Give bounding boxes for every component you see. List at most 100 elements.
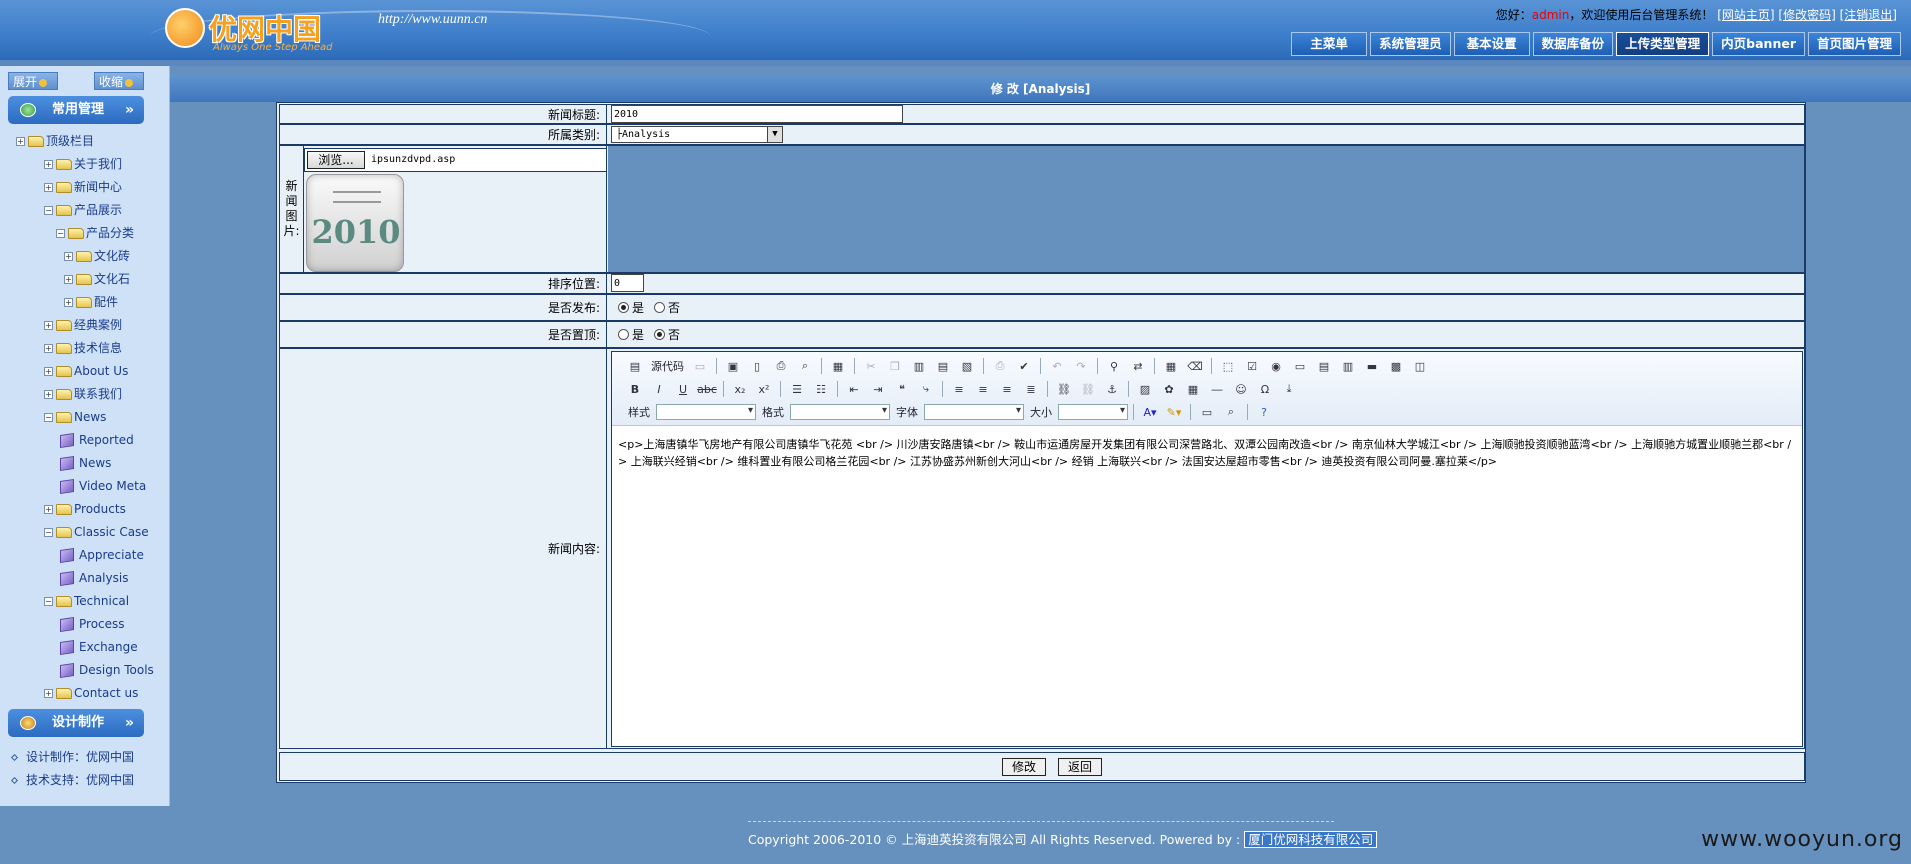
- show-blocks-icon[interactable]: ⌕: [1220, 403, 1242, 421]
- tree-item[interactable]: + About Us: [44, 362, 128, 380]
- tree-item[interactable]: + 技术信息: [44, 339, 122, 357]
- help-icon[interactable]: ?: [1253, 403, 1275, 421]
- tree-item[interactable]: − News: [44, 408, 106, 426]
- tree-item[interactable]: Reported: [60, 431, 134, 449]
- collapse-node-icon[interactable]: −: [44, 206, 53, 215]
- save-icon[interactable]: ▣: [722, 357, 744, 375]
- expand-node-icon[interactable]: +: [44, 367, 53, 376]
- source-button[interactable]: 源代码: [648, 358, 687, 374]
- smiley-icon[interactable]: ☺: [1230, 380, 1252, 398]
- redo-icon[interactable]: ↷: [1070, 357, 1092, 375]
- expand-node-icon[interactable]: +: [44, 160, 53, 169]
- spellcheck-icon[interactable]: ✔: [1013, 357, 1035, 375]
- underline-icon[interactable]: U: [672, 380, 694, 398]
- templates-icon[interactable]: ▦: [827, 357, 849, 375]
- tree-item[interactable]: + Contact us: [44, 684, 138, 702]
- change-password-link[interactable]: [修改密码]: [1778, 8, 1835, 22]
- title-input[interactable]: [611, 105, 903, 123]
- print-preview-icon[interactable]: ⎙: [770, 357, 792, 375]
- source-icon[interactable]: ▤: [624, 357, 646, 375]
- logout-link[interactable]: [注销退出]: [1840, 8, 1897, 22]
- tree-item[interactable]: + 经典案例: [44, 316, 122, 334]
- tree-item[interactable]: + 配件: [64, 293, 118, 311]
- top-no-radio[interactable]: [654, 329, 666, 340]
- select-icon[interactable]: ▥: [1337, 357, 1359, 375]
- expand-node-icon[interactable]: +: [44, 183, 53, 192]
- tree-item[interactable]: Process: [60, 615, 125, 633]
- style-combo[interactable]: [656, 404, 756, 420]
- textarea-icon[interactable]: ▤: [1313, 357, 1335, 375]
- nav-admins[interactable]: 系统管理员: [1370, 32, 1451, 56]
- maximize-icon[interactable]: ▭: [1196, 403, 1218, 421]
- form-icon[interactable]: ⬚: [1217, 357, 1239, 375]
- publish-no-radio[interactable]: [654, 302, 666, 313]
- bg-color-icon[interactable]: ✎▾: [1163, 403, 1185, 421]
- format-combo[interactable]: [790, 404, 890, 420]
- browse-button[interactable]: 浏览...: [307, 151, 365, 169]
- expand-node-icon[interactable]: +: [44, 689, 53, 698]
- expand-node-icon[interactable]: +: [44, 390, 53, 399]
- collapse-node-icon[interactable]: −: [44, 528, 53, 537]
- tree-item[interactable]: Design Tools: [60, 661, 154, 679]
- tree-item[interactable]: − 产品分类: [56, 224, 134, 242]
- publish-yes-radio[interactable]: [618, 302, 629, 313]
- page-break-icon[interactable]: ⤓: [1278, 380, 1300, 398]
- tree-item[interactable]: − Classic Case: [44, 523, 149, 541]
- nav-basic-settings[interactable]: 基本设置: [1453, 32, 1530, 56]
- indent-icon[interactable]: ⇥: [867, 380, 889, 398]
- editor-content[interactable]: <p>上海唐镇华飞房地产有限公司唐镇华飞花苑 <br /> 川沙唐安路唐镇<br…: [618, 436, 1794, 470]
- tree-item[interactable]: + 联系我们: [44, 385, 122, 403]
- link-icon[interactable]: ⛓: [1053, 380, 1075, 398]
- justify-icon[interactable]: ≣: [1020, 380, 1042, 398]
- collapse-node-icon[interactable]: −: [56, 229, 65, 238]
- font-combo[interactable]: [924, 404, 1024, 420]
- section-common[interactable]: 常用管理 »: [8, 96, 144, 124]
- size-combo[interactable]: [1058, 404, 1128, 420]
- tree-item[interactable]: Analysis: [60, 569, 128, 587]
- bullet-list-icon[interactable]: ☷: [810, 380, 832, 398]
- collapse-node-icon[interactable]: −: [44, 597, 53, 606]
- tree-item[interactable]: Appreciate: [60, 546, 144, 564]
- paste-text-icon[interactable]: ▤: [932, 357, 954, 375]
- copy-icon[interactable]: ❐: [884, 357, 906, 375]
- nav-inner-banner[interactable]: 内页banner: [1712, 32, 1805, 56]
- ordered-list-icon[interactable]: ☰: [786, 380, 808, 398]
- paste-icon[interactable]: ▥: [908, 357, 930, 375]
- special-char-icon[interactable]: Ω: [1254, 380, 1276, 398]
- tree-item[interactable]: + 文化砖: [64, 247, 130, 265]
- nav-upload-types[interactable]: 上传类型管理: [1616, 32, 1710, 56]
- image-icon[interactable]: ▨: [1134, 380, 1156, 398]
- select-all-icon[interactable]: ▦: [1160, 357, 1182, 375]
- expand-node-icon[interactable]: +: [64, 252, 73, 261]
- collapse-node-icon[interactable]: −: [44, 413, 53, 422]
- align-center-icon[interactable]: ≡: [972, 380, 994, 398]
- unlink-icon[interactable]: ⛓: [1077, 380, 1099, 398]
- tree-item[interactable]: − Technical: [44, 592, 129, 610]
- preview-icon[interactable]: ▭: [689, 357, 711, 375]
- expand-node-icon[interactable]: +: [64, 298, 73, 307]
- checkbox-icon[interactable]: ☑: [1241, 357, 1263, 375]
- order-input[interactable]: [611, 274, 644, 292]
- tree-item[interactable]: + 顶级栏目: [16, 132, 94, 150]
- superscript-icon[interactable]: x²: [753, 380, 775, 398]
- submit-button[interactable]: 修改: [1002, 758, 1046, 776]
- horizontal-rule-icon[interactable]: ―: [1206, 380, 1228, 398]
- tree-item[interactable]: + 关于我们: [44, 155, 122, 173]
- nav-db-backup[interactable]: 数据库备份: [1532, 32, 1614, 56]
- tree-item[interactable]: − 产品展示: [44, 201, 122, 219]
- image-button-icon[interactable]: ▩: [1385, 357, 1407, 375]
- category-select[interactable]: ├Analysis ▼: [611, 126, 783, 143]
- tree-item[interactable]: Video Meta: [60, 477, 146, 495]
- nav-main-menu[interactable]: 主菜单: [1291, 32, 1368, 56]
- italic-icon[interactable]: I: [648, 380, 670, 398]
- back-button[interactable]: 返回: [1058, 758, 1102, 776]
- eraser-icon[interactable]: ⌫: [1184, 357, 1206, 375]
- div-icon[interactable]: ⤷: [915, 380, 937, 398]
- paste-word-icon[interactable]: ▧: [956, 357, 978, 375]
- site-home-link[interactable]: [网站主页]: [1717, 8, 1774, 22]
- collapse-button[interactable]: 收缩: [94, 72, 144, 90]
- nav-home-images[interactable]: 首页图片管理: [1807, 32, 1901, 56]
- expand-button[interactable]: 展开: [8, 72, 58, 90]
- top-yes-radio[interactable]: [618, 329, 629, 340]
- find-icon[interactable]: ⌕: [794, 357, 816, 375]
